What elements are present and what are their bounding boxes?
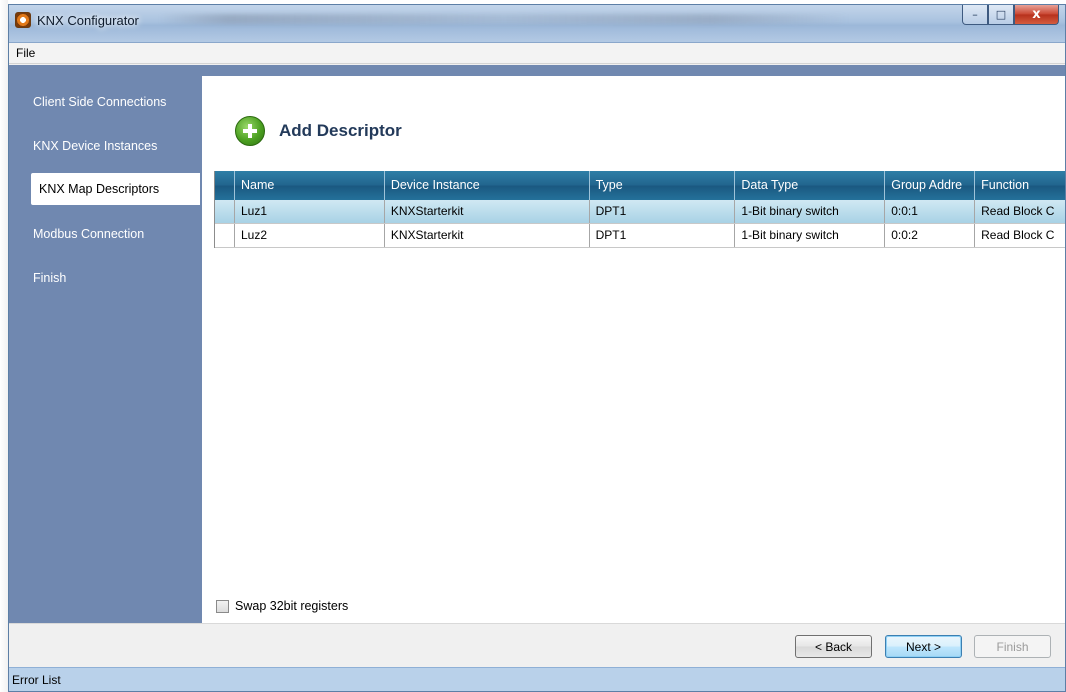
minimize-button[interactable]: – (962, 5, 988, 25)
row-selector[interactable] (215, 224, 235, 247)
maximize-button[interactable]: □ (988, 5, 1014, 25)
next-button[interactable]: Next > (885, 635, 962, 658)
sidebar: Client Side Connections KNX Device Insta… (9, 76, 202, 623)
column-header-device-instance[interactable]: Device Instance (385, 171, 590, 200)
cell-function[interactable]: Read Block C (975, 224, 1065, 247)
column-header-type[interactable]: Type (590, 171, 736, 200)
cell-group-address[interactable]: 0:0:1 (885, 200, 976, 223)
title-bar[interactable]: KNX Configurator – □ x (9, 5, 1065, 43)
app-window: KNX Configurator – □ x File Client Side … (8, 4, 1066, 692)
swap-registers-label[interactable]: Swap 32bit registers (235, 599, 348, 613)
cell-group-address[interactable]: 0:0:2 (885, 224, 976, 247)
error-list-bar[interactable]: Error List (9, 667, 1065, 691)
add-plus-icon[interactable] (235, 116, 265, 146)
table-row[interactable]: Luz2 KNXStarterkit DPT1 1-Bit binary swi… (215, 224, 1065, 248)
swap-registers-checkbox[interactable] (216, 599, 229, 613)
menu-bar: File (9, 43, 1065, 64)
window-title: KNX Configurator (37, 13, 139, 28)
sidebar-item-finish[interactable]: Finish (33, 262, 202, 294)
sidebar-item-knx-device-instances[interactable]: KNX Device Instances (33, 130, 202, 162)
cell-function[interactable]: Read Block C (975, 200, 1065, 223)
row-selector[interactable] (215, 200, 235, 223)
sidebar-item-knx-map-descriptors[interactable]: KNX Map Descriptors (31, 173, 200, 205)
sidebar-item-modbus-connection[interactable]: Modbus Connection (33, 218, 202, 250)
cell-device-instance[interactable]: KNXStarterkit (385, 224, 590, 247)
column-header-function[interactable]: Function (975, 171, 1065, 200)
add-descriptor-button[interactable]: Add Descriptor (235, 116, 402, 146)
descriptor-table: Name Device Instance Type Data Type Grou… (214, 171, 1065, 248)
column-header-name[interactable]: Name (235, 171, 385, 200)
top-band (9, 65, 1065, 76)
swap-registers-option[interactable]: Swap 32bit registers (216, 599, 348, 613)
cell-name[interactable]: Luz1 (235, 200, 385, 223)
header-row-selector (215, 171, 235, 200)
close-button[interactable]: x (1014, 5, 1059, 25)
cell-type[interactable]: DPT1 (590, 224, 736, 247)
column-header-data-type[interactable]: Data Type (735, 171, 886, 200)
cell-device-instance[interactable]: KNXStarterkit (385, 200, 590, 223)
wizard-footer: < Back Next > Finish (9, 623, 1065, 667)
table-row[interactable]: Luz1 KNXStarterkit DPT1 1-Bit binary swi… (215, 200, 1065, 224)
cell-data-type[interactable]: 1-Bit binary switch (735, 200, 886, 223)
app-gear-icon[interactable] (15, 12, 31, 28)
back-button[interactable]: < Back (795, 635, 872, 658)
title-bar-reflection (159, 14, 849, 24)
sidebar-item-client-side-connections[interactable]: Client Side Connections (33, 86, 202, 118)
table-header: Name Device Instance Type Data Type Grou… (215, 171, 1065, 200)
background-edge (0, 0, 8, 692)
caption-buttons: – □ x (962, 5, 1059, 25)
column-header-group-address[interactable]: Group Addre (885, 171, 976, 200)
menu-file[interactable]: File (13, 43, 38, 60)
add-descriptor-label[interactable]: Add Descriptor (279, 121, 402, 141)
content-panel: Add Descriptor Name Device Instance Type… (202, 76, 1065, 623)
finish-button: Finish (974, 635, 1051, 658)
cell-name[interactable]: Luz2 (235, 224, 385, 247)
cell-data-type[interactable]: 1-Bit binary switch (735, 224, 886, 247)
cell-type[interactable]: DPT1 (590, 200, 736, 223)
error-list-label[interactable]: Error List (12, 673, 61, 687)
